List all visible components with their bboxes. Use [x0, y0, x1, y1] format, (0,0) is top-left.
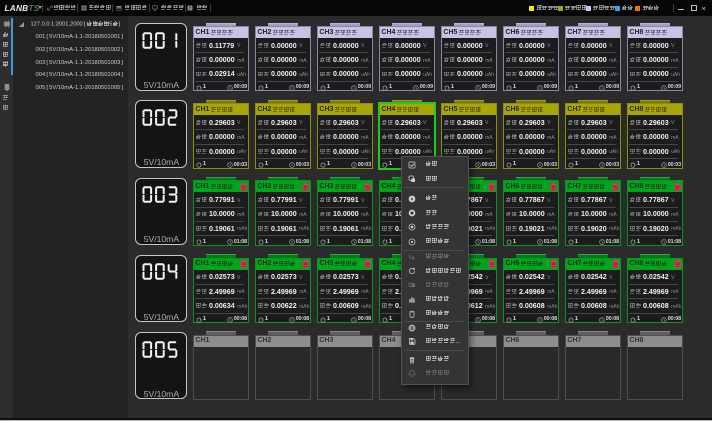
svg-text:?: ?	[189, 5, 192, 10]
